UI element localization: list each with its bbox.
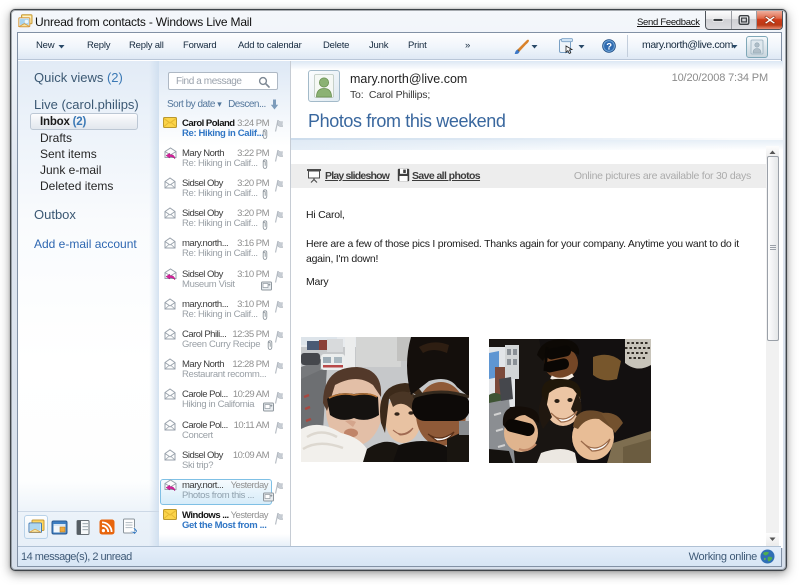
svg-text:?: ? (606, 42, 612, 53)
